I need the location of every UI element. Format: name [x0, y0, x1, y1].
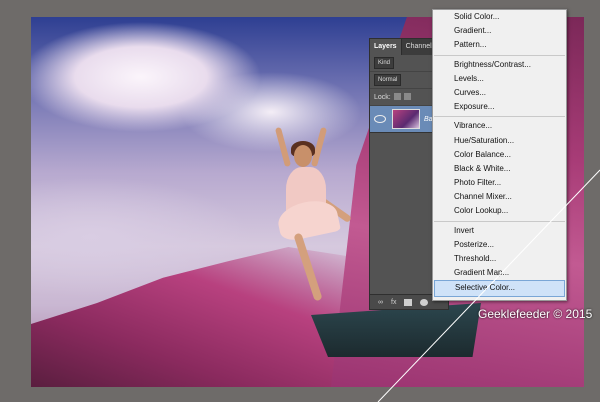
menu-item-posterize[interactable]: Posterize...: [433, 238, 566, 252]
menu-item-color-balance[interactable]: Color Balance...: [433, 148, 566, 162]
menu-item-color-lookup[interactable]: Color Lookup...: [433, 204, 566, 218]
watermark: Geeklefeeder © 2015: [478, 307, 593, 321]
visibility-eye-icon[interactable]: [374, 115, 386, 123]
menu-item-curves[interactable]: Curves...: [433, 86, 566, 100]
tab-layers[interactable]: Layers: [370, 39, 402, 55]
fx-button[interactable]: fx: [391, 299, 396, 306]
menu-item-pattern[interactable]: Pattern...: [433, 38, 566, 52]
menu-separator: [434, 116, 565, 118]
layer-thumbnail: [392, 109, 420, 129]
menu-item-brightness-contrast[interactable]: Brightness/Contrast...: [433, 58, 566, 72]
blend-mode-select[interactable]: Normal: [374, 74, 402, 86]
adjustment-layer-icon[interactable]: [420, 298, 429, 306]
menu-item-exposure[interactable]: Exposure...: [433, 100, 566, 114]
dancer-arm: [274, 126, 292, 168]
menu-item-levels[interactable]: Levels...: [433, 72, 566, 86]
lock-label: Lock:: [374, 93, 391, 101]
menu-item-threshold[interactable]: Threshold...: [433, 252, 566, 266]
menu-item-vibrance[interactable]: Vibrance...: [433, 119, 566, 133]
dancer-leg: [293, 232, 323, 302]
menu-item-gradient-map[interactable]: Gradient Map...: [433, 266, 566, 280]
menu-separator: [434, 220, 565, 222]
link-layers-icon[interactable]: ∞: [378, 299, 383, 306]
menu-item-selective-color[interactable]: Selective Color...: [434, 280, 565, 297]
add-mask-icon[interactable]: [404, 298, 413, 306]
dancer-head: [294, 145, 312, 167]
menu-item-photo-filter[interactable]: Photo Filter...: [433, 176, 566, 190]
menu-item-gradient[interactable]: Gradient...: [433, 24, 566, 38]
lock-icons: [393, 92, 414, 102]
adjustment-layer-menu: Solid Color... Gradient... Pattern... Brigh…: [432, 9, 567, 301]
menu-item-channel-mixer[interactable]: Channel Mixer...: [433, 190, 566, 204]
menu-item-solid-color[interactable]: Solid Color...: [433, 10, 566, 24]
lock-pixels-icon[interactable]: [393, 92, 401, 100]
menu-item-black-white[interactable]: Black & White...: [433, 162, 566, 176]
menu-separator: [434, 54, 565, 56]
dancer-figure: [266, 126, 356, 307]
menu-item-invert[interactable]: Invert: [433, 224, 566, 238]
lock-paint-icon[interactable]: [403, 92, 411, 100]
menu-item-hue-saturation[interactable]: Hue/Saturation...: [433, 134, 566, 148]
filter-kind-select[interactable]: Kind: [374, 57, 395, 69]
